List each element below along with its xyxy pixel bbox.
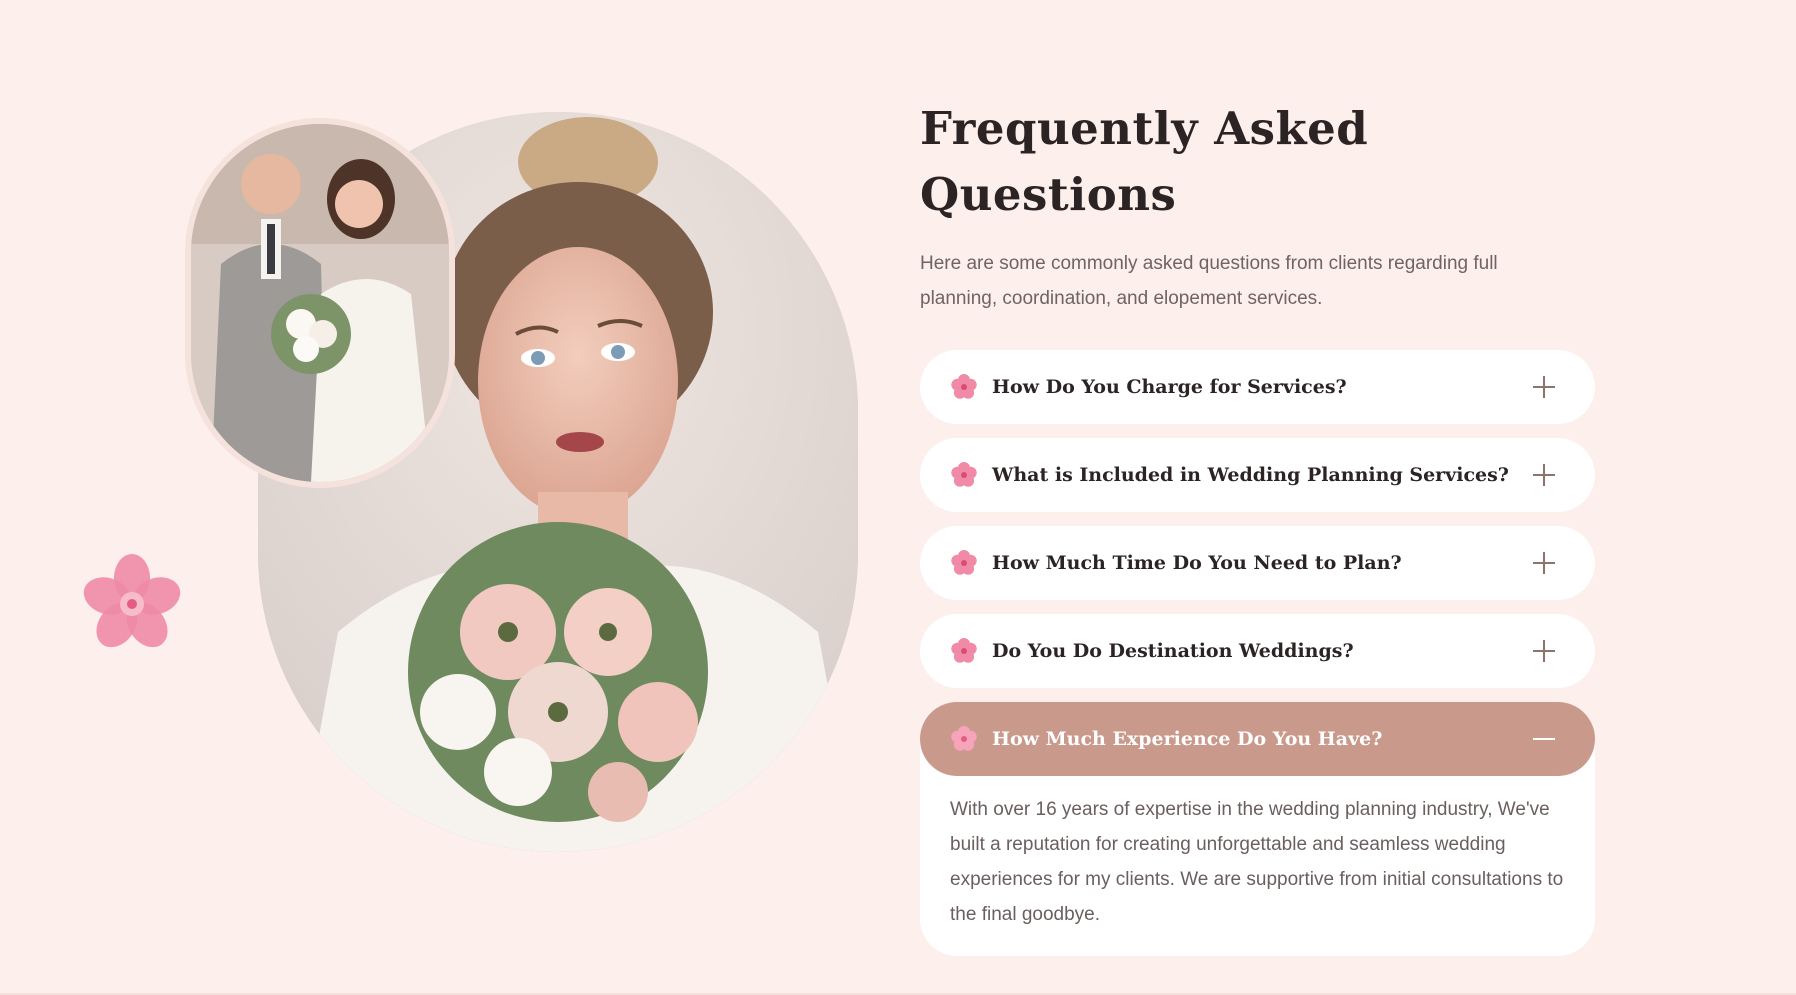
pink-flower-decoration (83, 554, 181, 648)
faq-item[interactable]: How Much Time Do You Need to Plan? (920, 526, 1595, 600)
minus-icon[interactable] (1533, 728, 1555, 750)
faq-panel: Frequently Asked Questions Here are some… (920, 96, 1595, 956)
faq-question: How Much Time Do You Need to Plan? (992, 552, 1402, 574)
faq-section: Frequently Asked Questions Here are some… (0, 0, 1796, 995)
faq-list: How Do You Charge for Services? What is … (920, 350, 1595, 956)
faq-item[interactable]: How Do You Charge for Services? (920, 350, 1595, 424)
faq-title: Frequently Asked Questions (920, 102, 1369, 221)
plus-icon[interactable] (1533, 552, 1555, 574)
faq-answer: With over 16 years of expertise in the w… (950, 799, 1564, 925)
faq-question: What is Included in Wedding Planning Ser… (992, 464, 1509, 486)
couple-photo (185, 118, 455, 488)
plus-icon[interactable] (1533, 464, 1555, 486)
faq-question: How Do You Charge for Services? (992, 376, 1347, 398)
faq-intro: Here are some commonly asked questions f… (920, 253, 1498, 309)
faq-item-expanded: How Much Experience Do You Have? With ov… (920, 702, 1595, 956)
pink-flower-icon (951, 638, 977, 663)
faq-question: Do You Do Destination Weddings? (992, 640, 1354, 662)
plus-icon[interactable] (1533, 376, 1555, 398)
plus-icon[interactable] (1533, 640, 1555, 662)
faq-item[interactable]: What is Included in Wedding Planning Ser… (920, 438, 1595, 512)
pink-flower-icon (951, 462, 977, 487)
pink-flower-icon (951, 550, 977, 575)
faq-item[interactable]: Do You Do Destination Weddings? (920, 614, 1595, 688)
pink-flower-icon (951, 726, 977, 751)
faq-question: How Much Experience Do You Have? (992, 728, 1383, 750)
faq-item[interactable]: How Much Experience Do You Have? (920, 702, 1595, 776)
pink-flower-icon (951, 374, 977, 399)
